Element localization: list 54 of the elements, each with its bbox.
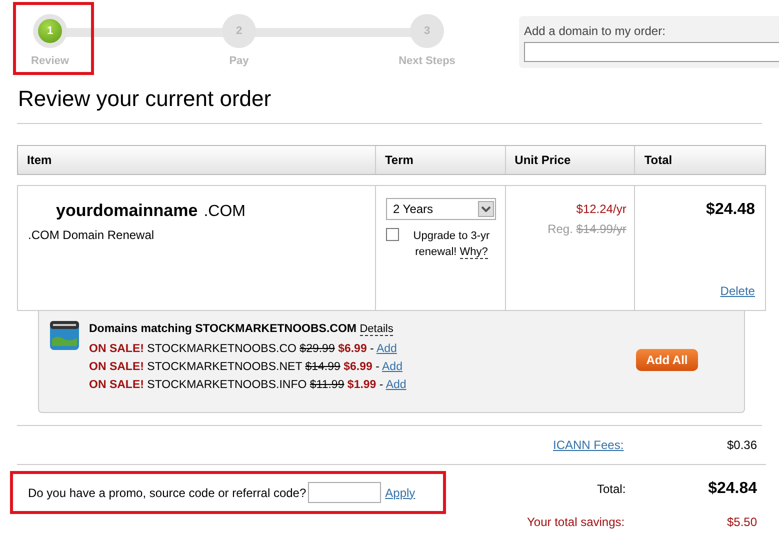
column-header: Item <box>18 146 376 174</box>
icann-fees-value: $0.36 <box>726 437 757 454</box>
suggested-domain: STOCKMARKETNOOBS.CO <box>147 343 296 356</box>
add-link[interactable]: Add <box>382 361 402 374</box>
savings-value: $5.50 <box>726 514 757 531</box>
savings-label: Your total savings: <box>527 514 625 531</box>
total-value: $24.84 <box>708 479 757 499</box>
add-link[interactable]: Add <box>386 379 406 392</box>
item-description: .COM Domain Renewal <box>28 227 156 244</box>
old-price: $11.99 <box>310 379 344 392</box>
sale-price: $6.99 <box>338 343 367 356</box>
page-heading: Review your current order <box>18 85 272 113</box>
upgrade-checkbox[interactable] <box>386 228 400 241</box>
domain-tld: .COM <box>204 202 246 222</box>
suggested-domain: STOCKMARKETNOOBS.NET <box>147 361 302 374</box>
sale-label: ON SALE! <box>89 343 144 356</box>
sale-price: $6.99 <box>344 361 372 374</box>
separator-dash: - <box>376 361 380 374</box>
term-select[interactable]: 2 Years <box>386 198 496 220</box>
old-price: $29.99 <box>300 343 335 356</box>
regular-price: $14.99/yr <box>576 222 626 236</box>
total-label: Total: <box>597 481 626 498</box>
column-header: Term <box>376 146 506 174</box>
suggestions-title: Domains matching STOCKMARKETNOOBS.COM <box>89 323 356 335</box>
step-label: Review <box>31 54 69 69</box>
item-total: $24.48 <box>706 200 755 220</box>
separator-dash: - <box>370 343 374 356</box>
step-label: Pay <box>229 54 249 69</box>
unit-price: $12.24/yr <box>575 201 626 218</box>
sale-price: $1.99 <box>347 379 376 392</box>
add-link[interactable]: Add <box>376 343 397 356</box>
sale-label: ON SALE! <box>89 379 144 392</box>
why-link[interactable]: Why? <box>460 246 488 259</box>
separator-dash: - <box>379 379 384 392</box>
column-header: Unit Price <box>506 146 636 174</box>
add-all-button[interactable]: Add All <box>636 349 698 371</box>
suggested-domain: STOCKMARKETNOOBS.INFO <box>147 379 307 392</box>
regular-price-label: Reg. <box>548 222 573 236</box>
apply-link[interactable]: Apply <box>385 484 416 502</box>
details-link[interactable]: Details <box>360 323 394 336</box>
promo-label: Do you have a promo, source code or referral code? <box>28 484 306 502</box>
upgrade-label: Upgrade to 3-yr renewal! Why? <box>412 229 491 260</box>
promo-code-input[interactable] <box>308 482 382 503</box>
caret-icon <box>478 201 494 217</box>
globe-window-icon <box>50 321 79 350</box>
step-label: Next Steps <box>398 54 456 69</box>
sale-label: ON SALE! <box>89 361 144 374</box>
icann-fees-link[interactable]: ICANN Fees: <box>553 436 624 454</box>
domain-name: yourdomainname <box>56 200 198 222</box>
old-price: $14.99 <box>305 361 340 374</box>
add-domain-label: Add a domain to my order: <box>524 23 666 40</box>
delete-link[interactable]: Delete <box>720 282 755 300</box>
domain-input[interactable] <box>524 42 779 62</box>
column-header: Total <box>643 152 674 169</box>
